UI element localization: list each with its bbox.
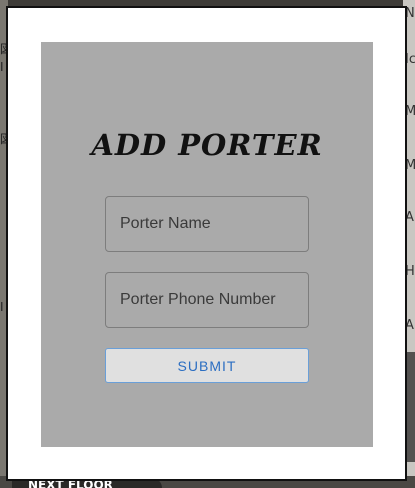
porter-phone-input[interactable] bbox=[105, 272, 309, 328]
add-porter-modal: ADD PORTER SUBMIT bbox=[6, 6, 407, 481]
add-porter-form: ADD PORTER SUBMIT bbox=[41, 42, 373, 447]
porter-name-input[interactable] bbox=[105, 196, 309, 252]
modal-title: ADD PORTER bbox=[91, 128, 323, 162]
app-screen: 図 I 図 I N Ic M M A H A NEXT FLOOR ADD PO… bbox=[0, 0, 415, 488]
submit-button[interactable]: SUBMIT bbox=[105, 348, 309, 383]
